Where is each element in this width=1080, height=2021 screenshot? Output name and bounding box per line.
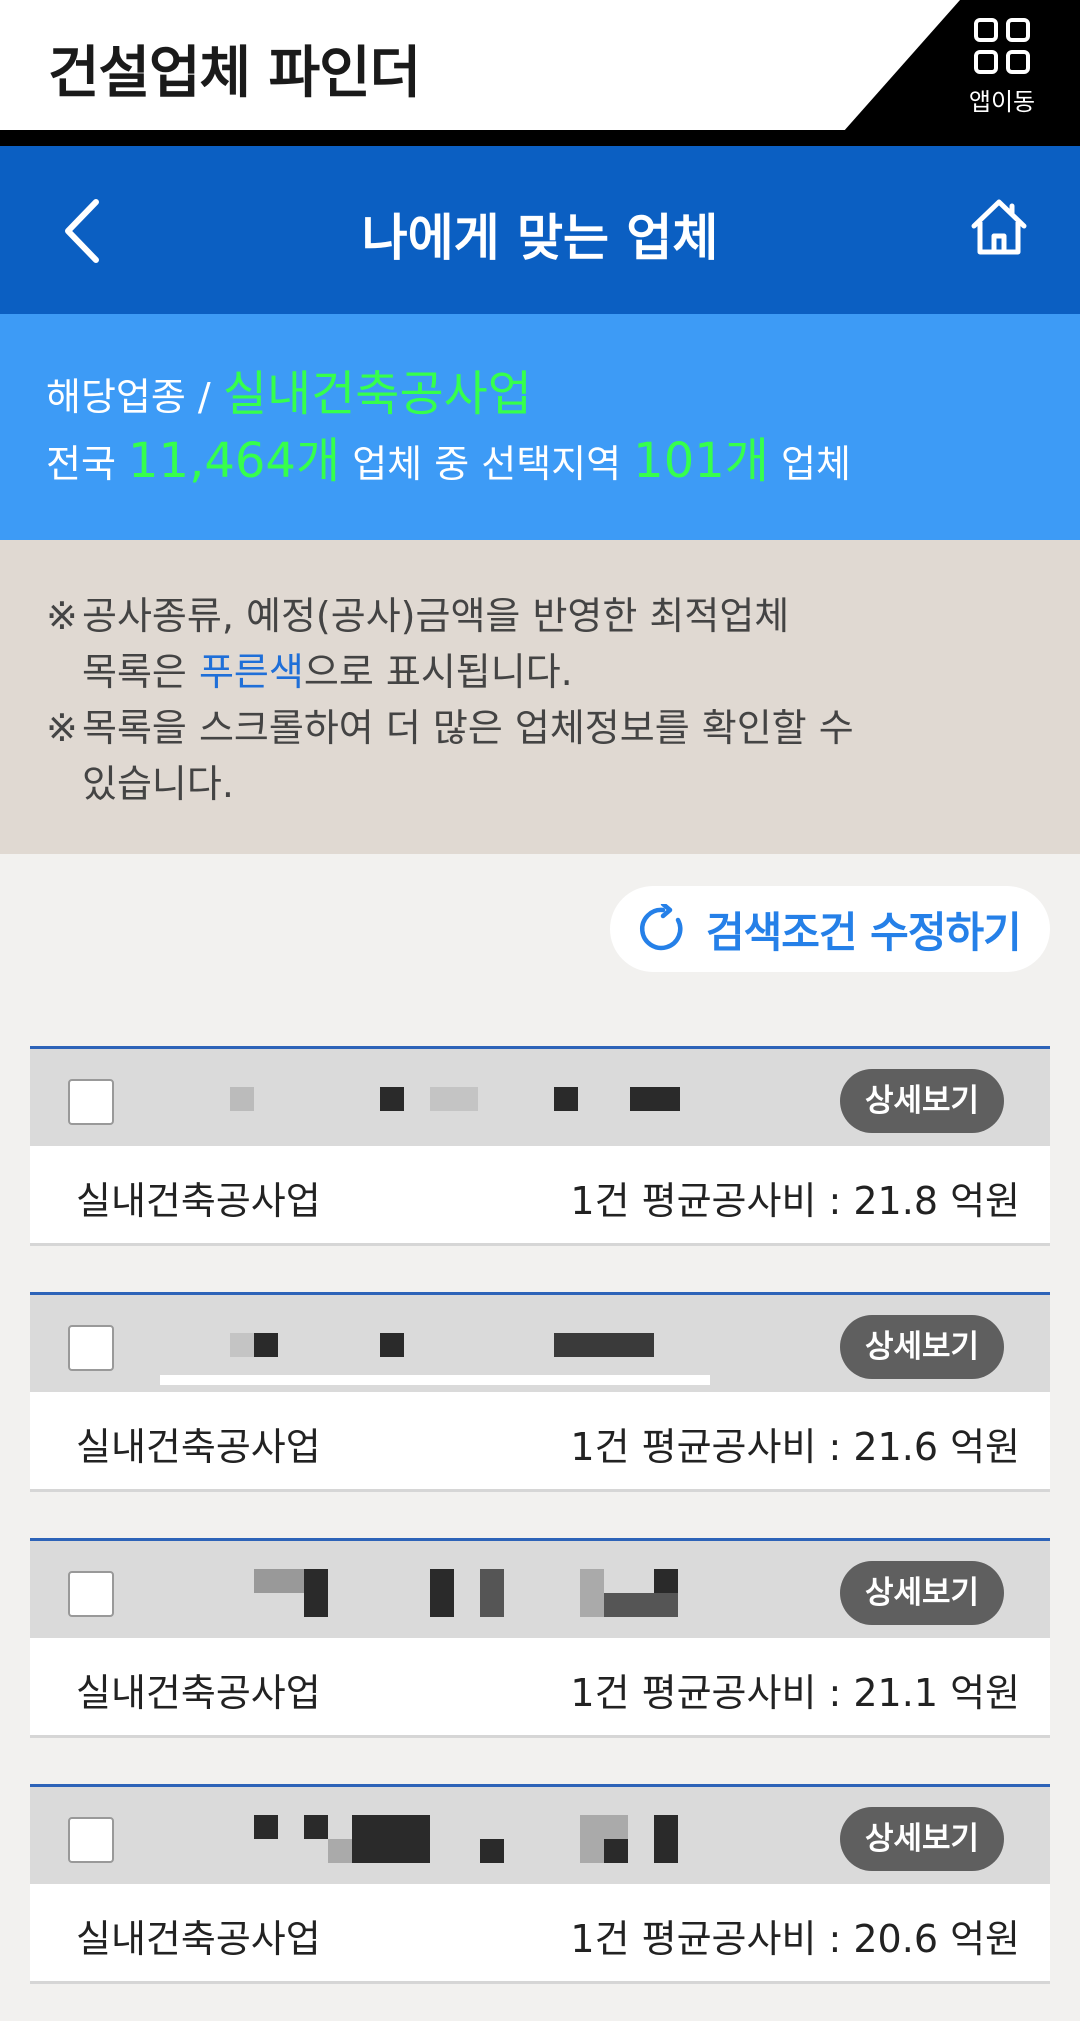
edit-search-button[interactable]: 검색조건 수정하기 xyxy=(610,886,1050,972)
app-header: 건설업체 파인더 앱이동 xyxy=(0,0,1080,146)
app-title: 건설업체 파인더 xyxy=(48,41,421,106)
edit-search-label: 검색조건 수정하기 xyxy=(706,907,1022,957)
home-icon[interactable] xyxy=(968,196,1030,258)
notice-item: ※ 목록을 스크롤하여 더 많은 업체정보를 확인할 수 있습니다. xyxy=(46,700,1040,812)
detail-button[interactable]: 상세보기 xyxy=(840,1561,1004,1625)
notice-line: 목록을 스크롤하여 더 많은 업체정보를 확인할 수 xyxy=(82,706,854,750)
select-checkbox[interactable] xyxy=(68,1079,114,1125)
search-summary: 해당업종 / 실내건축공사업 전국 11,464개 업체 중 선택지역 101개… xyxy=(0,314,1080,540)
industry-prefix: 해당업종 / xyxy=(46,375,223,419)
grid-icon xyxy=(974,18,1030,74)
company-average-cost: 1건 평균공사비 : 20.6 억원 xyxy=(570,1917,1020,1961)
count-line: 전국 11,464개 업체 중 선택지역 101개 업체 xyxy=(46,431,1080,494)
company-average-cost: 1건 평균공사비 : 21.6 억원 xyxy=(570,1425,1020,1469)
company-header: 상세보기 xyxy=(30,1784,1050,1884)
company-info: 실내건축공사업 1건 평균공사비 : 21.6 억원 xyxy=(30,1392,1050,1492)
company-header: 상세보기 xyxy=(30,1292,1050,1392)
nav-bar: 나에게 맞는 업체 xyxy=(0,146,1080,314)
notice-line: 공사종류, 예정(공사)금액을 반영한 최적업체 xyxy=(82,594,790,638)
company-average-cost: 1건 평균공사비 : 21.1 억원 xyxy=(570,1671,1020,1715)
company-info: 실내건축공사업 1건 평균공사비 : 21.8 억원 xyxy=(30,1146,1050,1246)
detail-button[interactable]: 상세보기 xyxy=(840,1315,1004,1379)
notice-line: 으로 표시됩니다. xyxy=(303,650,573,694)
company-info: 실내건축공사업 1건 평균공사비 : 21.1 억원 xyxy=(30,1638,1050,1738)
app-switch-label: 앱이동 xyxy=(968,88,1036,116)
industry-line: 해당업종 / 실내건축공사업 xyxy=(46,364,1080,427)
company-card: 상세보기 실내건축공사업 1건 평균공사비 : 21.6 억원 xyxy=(30,1292,1050,1492)
refresh-icon xyxy=(639,904,683,951)
detail-button[interactable]: 상세보기 xyxy=(840,1069,1004,1133)
detail-button[interactable]: 상세보기 xyxy=(840,1807,1004,1871)
company-card: 상세보기 실내건축공사업 1건 평균공사비 : 21.1 억원 xyxy=(30,1538,1050,1738)
company-header: 상세보기 xyxy=(30,1046,1050,1146)
notice-box: ※ 공사종류, 예정(공사)금액을 반영한 최적업체 목록은 푸른색으로 표시됩… xyxy=(0,540,1080,854)
notice-line: 목록은 xyxy=(82,650,199,694)
company-header: 상세보기 xyxy=(30,1538,1050,1638)
company-average-cost: 1건 평균공사비 : 21.8 억원 xyxy=(570,1179,1020,1223)
count-suffix: 업체 xyxy=(768,442,851,486)
company-info: 실내건축공사업 1건 평균공사비 : 20.6 억원 xyxy=(30,1884,1050,1984)
region-count: 101개 xyxy=(633,433,769,489)
select-checkbox[interactable] xyxy=(68,1571,114,1617)
nation-prefix: 전국 xyxy=(46,442,128,486)
company-category: 실내건축공사업 xyxy=(76,1917,321,1961)
company-card: 상세보기 실내건축공사업 1건 평균공사비 : 20.6 억원 xyxy=(30,1784,1050,1984)
page-title: 나에게 맞는 업체 xyxy=(361,209,719,267)
notice-mark: ※ xyxy=(46,594,78,638)
industry-name: 실내건축공사업 xyxy=(222,366,532,422)
company-category: 실내건축공사업 xyxy=(76,1179,321,1223)
notice-mark: ※ xyxy=(46,706,78,750)
notice-highlight: 푸른색 xyxy=(198,650,304,694)
count-middle-text: 업체 중 선택지역 xyxy=(340,442,634,486)
select-checkbox[interactable] xyxy=(68,1325,114,1371)
company-card: 상세보기 실내건축공사업 1건 평균공사비 : 21.8 억원 xyxy=(30,1046,1050,1246)
nation-count: 11,464개 xyxy=(128,433,341,489)
select-checkbox[interactable] xyxy=(68,1817,114,1863)
company-category: 실내건축공사업 xyxy=(76,1671,321,1715)
notice-item: ※ 공사종류, 예정(공사)금액을 반영한 최적업체 목록은 푸른색으로 표시됩… xyxy=(46,588,1040,700)
company-category: 실내건축공사업 xyxy=(76,1425,321,1469)
app-switch-button[interactable]: 앱이동 xyxy=(964,18,1040,117)
notice-line: 있습니다. xyxy=(82,762,234,806)
